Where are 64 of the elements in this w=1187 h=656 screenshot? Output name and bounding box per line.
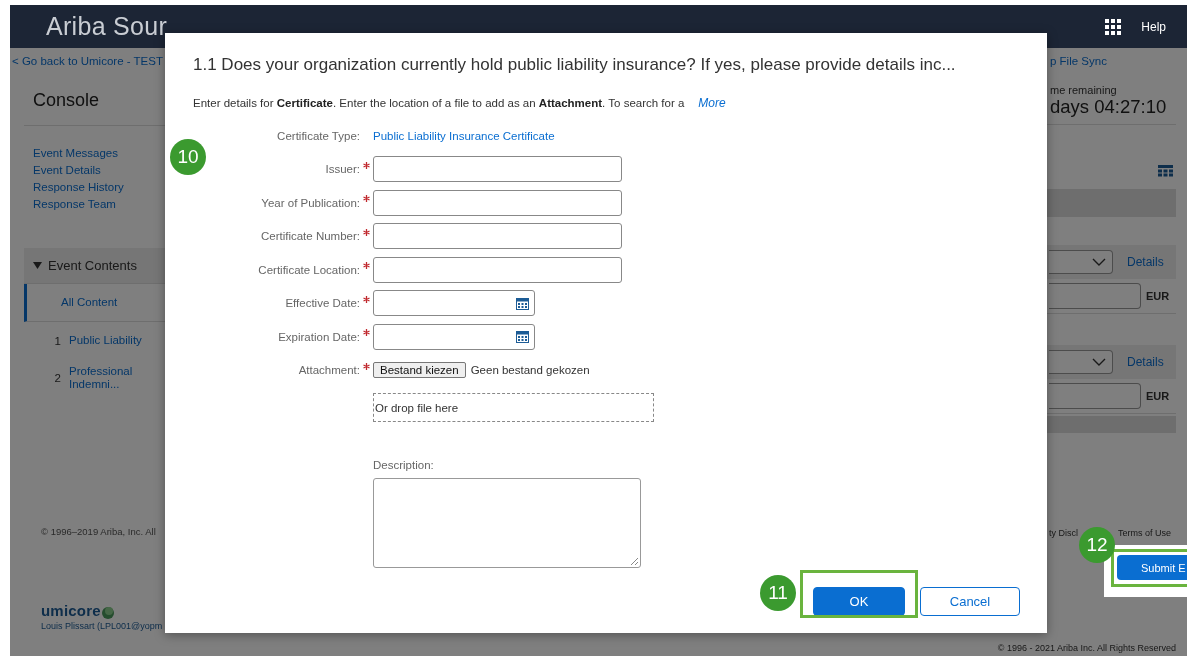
instructions-text: Enter details for Certificate. Enter the location of a file to add as an Attachment. To search for a xyxy=(193,97,685,109)
time-remaining-value: days 04:27:10 xyxy=(1050,96,1168,118)
more-link[interactable]: More xyxy=(698,96,726,110)
resize-handle-icon xyxy=(630,556,639,566)
input-field[interactable] xyxy=(373,256,622,283)
dropdown[interactable] xyxy=(1049,350,1113,374)
details-link[interactable]: Details xyxy=(1127,355,1164,369)
ok-button[interactable]: OK xyxy=(813,586,905,616)
submit-button[interactable]: Submit E xyxy=(1117,555,1187,580)
time-remaining-label: me remaining xyxy=(1050,84,1118,96)
user-info: Louis Plissart (LPL001@yopm xyxy=(41,621,164,631)
description-field[interactable] xyxy=(373,477,641,568)
console-title: Console xyxy=(33,90,101,111)
company-logo: umicore xyxy=(41,602,165,619)
section-title: Event Contents xyxy=(48,258,137,273)
currency-label: EUR xyxy=(1146,290,1170,302)
chevron-down-icon xyxy=(1092,258,1106,266)
input-field[interactable] xyxy=(373,156,622,183)
field-label: Certificate Number: xyxy=(259,230,360,243)
globe-icon xyxy=(100,605,115,619)
console-link[interactable]: Response Team xyxy=(33,196,165,213)
description-label: Description: xyxy=(373,458,435,471)
drop-zone[interactable]: Or drop file here xyxy=(373,393,654,423)
dialog-title: 1.1 Does your organization currently hold public liability insurance? If yes, please provide details inc... xyxy=(193,55,957,75)
details-link[interactable]: Details xyxy=(1127,255,1164,269)
item-number: 1 xyxy=(53,334,62,347)
app-grid-icon[interactable] xyxy=(1105,18,1122,35)
item-number: 2 xyxy=(53,371,62,384)
app-title: Ariba Sour xyxy=(46,12,168,41)
dropdown[interactable] xyxy=(1049,250,1113,274)
input-field[interactable] xyxy=(373,223,622,250)
field-label: Attachment: xyxy=(297,364,360,377)
content-item[interactable]: 1 Public Liability xyxy=(24,322,165,359)
console-link[interactable]: Response History xyxy=(33,179,165,196)
chevron-down-icon xyxy=(1092,358,1106,366)
table-icon[interactable] xyxy=(1158,165,1173,177)
file-status: Geen bestand gekozen xyxy=(470,364,590,377)
field-label: Effective Date: xyxy=(284,297,360,310)
amount-field[interactable] xyxy=(1049,283,1141,309)
field-label: Year of Publication: xyxy=(260,196,360,209)
cancel-button[interactable]: Cancel xyxy=(920,586,1020,616)
field-label: Certificate Type: xyxy=(276,129,360,142)
date-field[interactable] xyxy=(373,323,535,350)
file-sync-link[interactable]: p File Sync xyxy=(1050,55,1176,67)
back-link[interactable]: < Go back to Umicore - TEST xyxy=(12,55,165,67)
help-link[interactable]: Help xyxy=(1141,19,1166,34)
footer-link[interactable]: Terms of Use xyxy=(1118,528,1171,538)
copyright-text: © 1996–2019 Ariba, Inc. All xyxy=(41,526,157,537)
input-field[interactable] xyxy=(373,189,622,216)
field-label: Expiration Date: xyxy=(277,330,360,343)
footer-link[interactable]: ty Discl xyxy=(1049,528,1078,538)
console-link[interactable]: Event Details xyxy=(33,162,165,179)
field-label: Issuer: xyxy=(324,163,360,176)
date-field[interactable] xyxy=(373,290,535,317)
calendar-icon xyxy=(516,296,529,310)
calendar-icon xyxy=(516,330,529,344)
copyright-text: © 1996 - 2021 Ariba Inc. All Rights Reserved xyxy=(997,643,1176,653)
certificate-type-value: Public Liability Insurance Certificate xyxy=(373,129,556,142)
section-header[interactable]: Event Contents xyxy=(24,248,165,284)
field-label: Certificate Location: xyxy=(257,263,360,276)
amount-field[interactable] xyxy=(1049,383,1141,409)
console-link[interactable]: Event Messages xyxy=(33,145,165,162)
currency-label: EUR xyxy=(1146,390,1170,402)
choose-file-button[interactable]: Bestand kiezen xyxy=(373,362,466,379)
